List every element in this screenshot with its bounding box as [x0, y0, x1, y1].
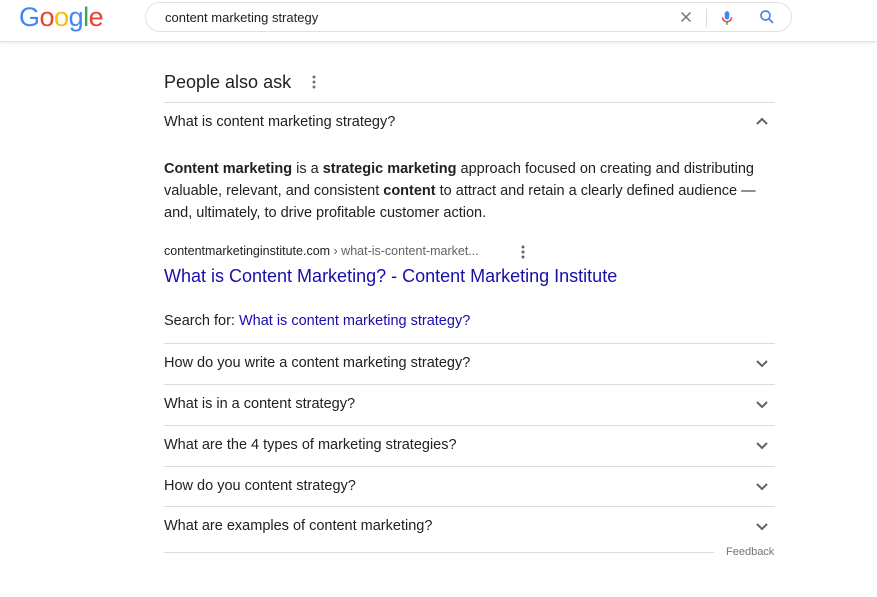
question-text: What are the 4 types of marketing strate…	[164, 437, 457, 453]
search-box[interactable]: content marketing strategy	[145, 2, 792, 32]
cite-domain: contentmarketinginstitute.com	[164, 244, 331, 258]
logo-letter: g	[68, 2, 84, 32]
google-logo[interactable]: Google	[19, 2, 104, 33]
logo-letter: G	[19, 2, 40, 32]
question-item[interactable]: What are examples of content marketing?	[164, 506, 775, 546]
feedback-link[interactable]: Feedback	[726, 546, 774, 558]
section-title: People also ask	[164, 72, 292, 92]
result-citation: contentmarketinginstitute.com › what-is-…	[164, 244, 479, 258]
search-for-label: Search for:	[164, 313, 239, 329]
mic-icon[interactable]	[718, 8, 736, 28]
chevron-down-icon[interactable]	[755, 397, 769, 411]
search-divider	[706, 9, 707, 27]
more-options-icon[interactable]	[310, 74, 318, 90]
logo-letter: o	[39, 2, 55, 32]
answer-bold: strategic marketing	[322, 161, 457, 177]
divider	[164, 552, 714, 553]
top-bar: Google content marketing strategy	[0, 0, 877, 42]
chevron-down-icon[interactable]	[755, 479, 769, 493]
logo-letter: o	[54, 2, 69, 32]
question-text: What is content marketing strategy?	[164, 114, 396, 130]
chevron-down-icon[interactable]	[755, 438, 769, 452]
chevron-up-icon[interactable]	[755, 115, 769, 129]
question-text: How do you content strategy?	[164, 478, 356, 494]
logo-letter: e	[88, 2, 104, 32]
question-item[interactable]: How do you content strategy?	[164, 466, 775, 506]
question-expanded[interactable]: What is content marketing strategy?	[164, 102, 775, 142]
result-title-link[interactable]: What is Content Marketing? - Content Mar…	[164, 266, 617, 287]
cite-path: › what-is-content-market...	[330, 244, 479, 258]
answer-bold: content	[383, 183, 436, 199]
more-options-icon[interactable]	[519, 244, 527, 260]
question-text: How do you write a content marketing str…	[164, 355, 471, 371]
search-icon[interactable]	[758, 8, 776, 26]
close-icon[interactable]	[677, 8, 695, 26]
answer-snippet: Content marketing is a strategic marketi…	[164, 158, 775, 224]
question-item[interactable]: What are the 4 types of marketing strate…	[164, 425, 775, 465]
question-item[interactable]: How do you write a content marketing str…	[164, 343, 775, 383]
chevron-down-icon[interactable]	[755, 356, 769, 370]
answer-bold: Content marketing	[164, 161, 293, 177]
search-for: Search for: What is content marketing st…	[164, 313, 470, 329]
question-text: What is in a content strategy?	[164, 396, 356, 412]
search-for-link[interactable]: What is content marketing strategy?	[239, 313, 470, 329]
chevron-down-icon[interactable]	[755, 519, 769, 533]
answer-text: is a	[292, 161, 323, 177]
search-input[interactable]: content marketing strategy	[165, 10, 318, 25]
question-text: What are examples of content marketing?	[164, 518, 433, 534]
question-item[interactable]: What is in a content strategy?	[164, 384, 775, 424]
